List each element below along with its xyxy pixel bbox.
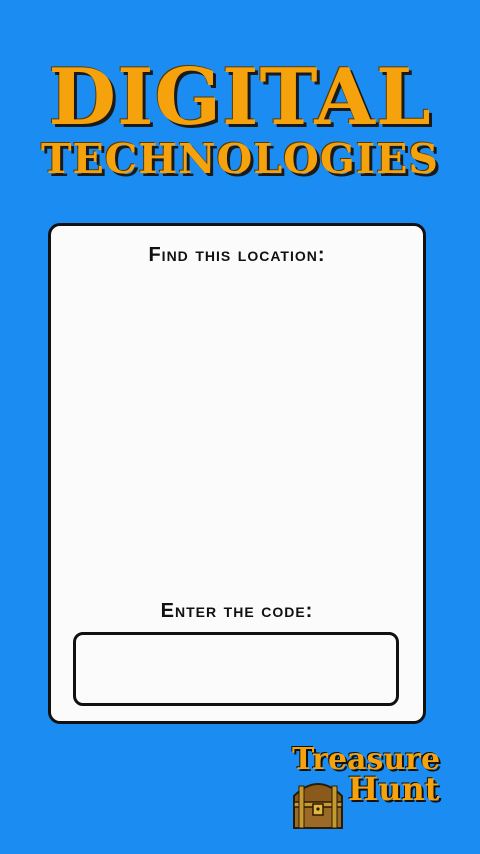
find-location-label: Find this location: <box>148 244 326 266</box>
treasure-chest-icon <box>293 783 343 829</box>
code-input[interactable] <box>73 632 399 706</box>
treasure-hunt-logo: Treasure Hunt <box>290 744 440 836</box>
logo-hunt-text: Hunt <box>348 770 440 808</box>
page-title: DIGITAL TECHNOLOGIES <box>0 52 480 183</box>
clue-card: Find this location: Enter the code: <box>48 223 426 724</box>
enter-code-label: Enter the code: <box>160 600 314 622</box>
title-technologies: TECHNOLOGIES <box>41 135 439 183</box>
title-digital: DIGITAL <box>48 52 432 143</box>
location-image-area <box>73 280 401 592</box>
